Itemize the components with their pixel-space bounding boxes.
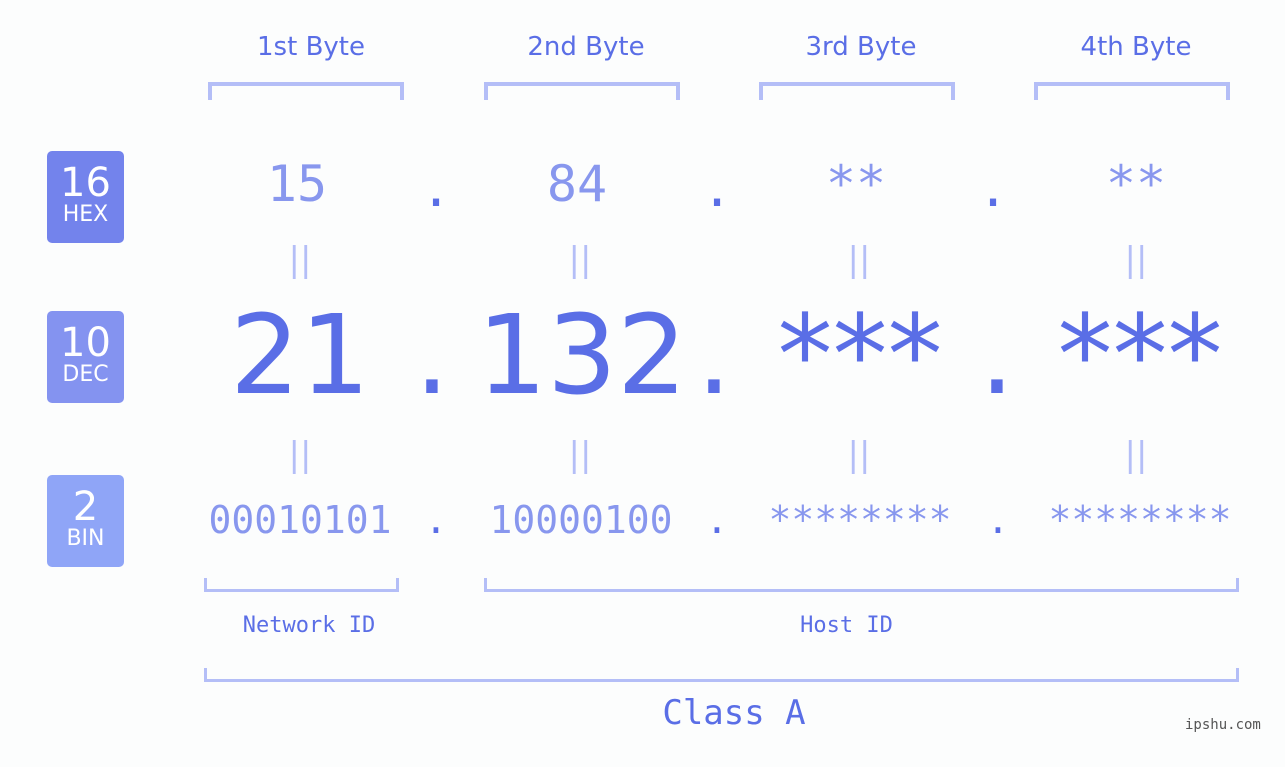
watermark: ipshu.com <box>1185 717 1261 733</box>
dec-value-3: *** <box>777 291 943 419</box>
dec-dot-2: . <box>696 291 732 419</box>
dec-value-2: 132 <box>477 291 687 419</box>
equals-icon: || <box>847 240 871 280</box>
dec-base: 10 <box>60 320 111 366</box>
dec-dot-1: . <box>414 291 450 419</box>
host-bracket <box>484 578 1239 592</box>
byte-header-3: 3rd Byte <box>805 32 917 62</box>
byte-header-4: 4th Byte <box>1080 32 1192 62</box>
equals-icon: || <box>288 240 312 280</box>
bin-dot-1: . <box>424 498 448 542</box>
byte-bracket-3 <box>759 82 955 100</box>
hex-value-2: 84 <box>546 155 608 213</box>
hex-value-3: ** <box>825 155 887 213</box>
bin-base: 2 <box>72 484 99 530</box>
bin-value-1: 00010101 <box>208 498 392 542</box>
byte-header-2: 2nd Byte <box>527 32 645 62</box>
host-id-label: Host ID <box>800 613 893 638</box>
class-label: Class A <box>662 693 806 733</box>
hex-badge: 16 HEX <box>47 151 124 243</box>
hex-dot-1: . <box>420 160 452 218</box>
equals-icon: || <box>1124 435 1148 475</box>
bin-value-2: 10000100 <box>489 498 673 542</box>
dec-dot-3: . <box>979 291 1015 419</box>
byte-bracket-4 <box>1034 82 1230 100</box>
bin-value-4: ******** <box>1048 498 1232 542</box>
equals-icon: || <box>568 435 592 475</box>
bin-dot-3: . <box>986 498 1010 542</box>
hex-value-4: ** <box>1105 155 1167 213</box>
byte-bracket-2 <box>484 82 680 100</box>
equals-icon: || <box>1124 240 1148 280</box>
bin-value-3: ******** <box>768 498 952 542</box>
bin-dot-2: . <box>705 498 729 542</box>
network-id-label: Network ID <box>242 613 376 638</box>
hex-dot-3: . <box>977 160 1009 218</box>
byte-header-1: 1st Byte <box>257 32 365 62</box>
hex-label: HEX <box>62 202 109 227</box>
hex-dot-2: . <box>701 160 733 218</box>
bin-badge: 2 BIN <box>47 475 124 567</box>
hex-base: 16 <box>60 160 111 206</box>
bin-label: BIN <box>66 526 105 551</box>
network-bracket <box>204 578 399 592</box>
dec-badge: 10 DEC <box>47 311 124 403</box>
dec-value-4: *** <box>1057 291 1223 419</box>
equals-icon: || <box>847 435 871 475</box>
dec-value-1: 21 <box>230 291 370 419</box>
byte-bracket-1 <box>208 82 404 100</box>
hex-value-1: 15 <box>266 155 328 213</box>
class-bracket <box>204 668 1239 682</box>
equals-icon: || <box>568 240 592 280</box>
equals-icon: || <box>288 435 312 475</box>
dec-label: DEC <box>62 362 109 387</box>
